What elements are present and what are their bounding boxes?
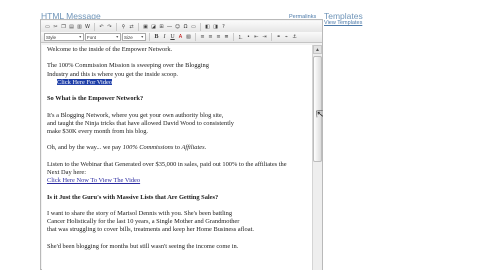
horizontal-rule-icon[interactable]: ― [166,23,173,31]
editor-toolbar-top: ▭ ✂ ❐ ▤ ▥ W ↶ ↷ ⚲ ⇄ ▣ ◪ ⊞ ― ☺ Ω ▭ ◧ ◨ ? [41,21,322,32]
editor-scrollbar[interactable]: ▲ [312,45,322,270]
toolbar-divider [195,33,196,41]
redo-icon[interactable]: ↷ [106,23,113,31]
paragraph: Industry and this is where you get the i… [47,70,178,78]
smiley-icon[interactable]: ☺ [174,23,181,31]
toolbar-divider [138,22,139,31]
paragraph-text: Oh, and by the way... we pay [47,144,123,152]
flash-icon[interactable]: ◪ [150,23,157,31]
image-icon[interactable]: ▣ [142,23,149,31]
html-editor: ▭ ✂ ❐ ▤ ▥ W ↶ ↷ ⚲ ⇄ ▣ ◪ ⊞ ― ☺ Ω ▭ ◧ ◨ ? … [40,19,323,270]
paragraph: that was struggling to cover bills, trea… [47,226,254,234]
align-left-icon[interactable]: ≡ [199,33,206,41]
video-link-selected[interactable]: Click Here For Video [57,78,113,86]
section-heading: Is it Just the Guru's with Massive Lists… [47,193,219,201]
outdent-icon[interactable]: ⇤ [253,33,260,41]
source-icon[interactable]: ◧ [204,23,211,31]
paragraph: Next Day here: [47,168,87,176]
font-select[interactable]: Font ▼ [85,33,121,41]
toolbar-divider [200,22,201,31]
section-heading: So What is the Empower Network? [47,95,144,103]
paragraph: It's a Blogging Network, where you get y… [47,111,224,119]
chevron-down-icon: ▼ [140,35,144,39]
table-icon[interactable]: ⊞ [158,23,165,31]
mouse-cursor-icon: ⇱ [315,109,324,121]
help-icon[interactable]: ? [220,23,227,31]
copy-icon[interactable]: ❐ [60,23,67,31]
text-color-icon[interactable]: A [177,33,184,41]
chevron-down-icon: ▼ [78,35,82,39]
paragraph-text: to [173,144,182,152]
paragraph-text: . [204,144,207,152]
italic-button[interactable]: I [161,33,168,41]
editor-content[interactable]: Welcome to the inside of the Empower Net… [42,45,312,270]
preview-icon[interactable]: ◨ [212,23,219,31]
align-center-icon[interactable]: ≡ [207,33,214,41]
paragraph: She'd been blogging for months but still… [47,242,239,250]
background-color-icon[interactable]: ▧ [185,33,192,41]
chevron-down-icon: ▼ [115,35,119,39]
editor-toolbar-bottom: Style ▼ Font ▼ Size ▼ B I U A ▧ ≡ ≡ ≡ ≣ … [41,32,322,43]
underline-button[interactable]: U [169,33,176,41]
align-justify-icon[interactable]: ≣ [223,33,230,41]
style-select-label: Style [46,34,57,40]
font-select-label: Font [87,34,97,40]
emphasis-text: 100% Commissions [122,144,174,152]
paragraph: make $30K every month from his blog. [47,127,148,135]
cut-icon[interactable]: ✂ [52,23,59,31]
paragraph: Listen to the Webinar that Generated ove… [47,160,287,168]
link-icon[interactable]: ⚭ [275,33,282,41]
paragraph: Welcome to the inside of the Empower Net… [47,46,173,53]
paste-icon[interactable]: ▤ [68,23,75,31]
paragraph: Cancer Holistically for the last 10 year… [47,218,240,226]
paragraph: The 100% Commission Mission is sweeping … [47,62,209,70]
anchor-icon[interactable]: ⚓ [291,33,298,41]
numbered-list-icon[interactable]: ⒈ [237,33,244,41]
paragraph: I want to share the story of Marisol Den… [47,209,233,217]
paragraph: Click Here For Video [47,78,312,87]
paragraph: Oh, and by the way... we pay 100% Commis… [47,144,312,152]
view-video-link[interactable]: Click Here Now To View The Video [47,177,140,184]
new-document-icon[interactable]: ▭ [44,23,51,31]
style-select[interactable]: Style ▼ [44,33,84,41]
page-break-icon[interactable]: ▭ [190,23,197,31]
paste-word-icon[interactable]: W [84,23,91,31]
align-right-icon[interactable]: ≡ [215,33,222,41]
bulleted-list-icon[interactable]: • [245,33,252,41]
special-char-icon[interactable]: Ω [182,23,189,31]
view-templates-link[interactable]: View Templates [324,20,362,26]
bold-button[interactable]: B [153,33,160,41]
indent-icon[interactable]: ⇥ [261,33,268,41]
paragraph: Click Here Now To View The Video [47,177,312,185]
paste-text-icon[interactable]: ▥ [76,23,83,31]
paragraph: and taught the Ninja tricks that have al… [47,119,234,127]
replace-icon[interactable]: ⇄ [128,23,135,31]
find-icon[interactable]: ⚲ [120,23,127,31]
size-select[interactable]: Size ▼ [122,33,146,41]
emphasis-text: Affiliates [181,144,205,152]
toolbar-divider [116,22,117,31]
size-select-label: Size [124,34,133,40]
toolbar-divider [271,33,272,41]
undo-icon[interactable]: ↶ [98,23,105,31]
unlink-icon[interactable]: ⌁ [283,33,290,41]
toolbar-divider [94,22,95,31]
toolbar-divider [233,33,234,41]
toolbar-divider [149,33,150,41]
scroll-up-icon[interactable]: ▲ [313,45,322,54]
